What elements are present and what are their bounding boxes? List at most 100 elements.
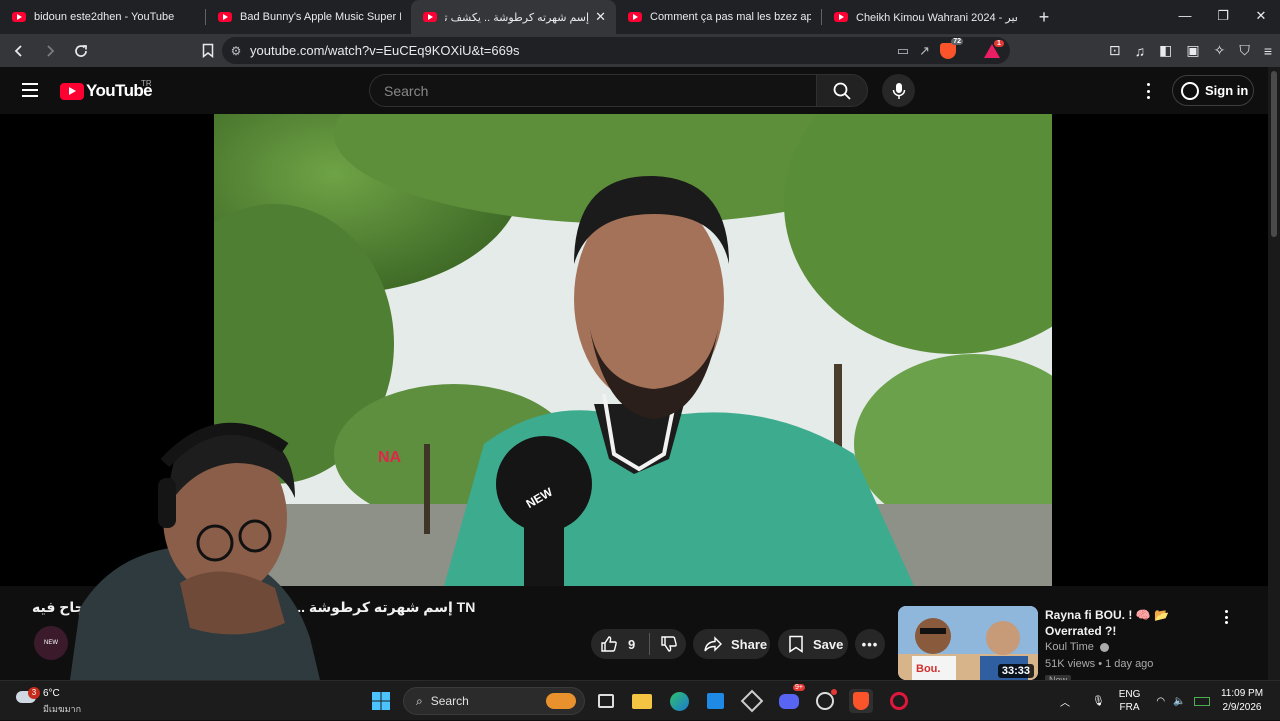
- share-button[interactable]: Share: [693, 629, 770, 659]
- save-button[interactable]: Save: [778, 629, 848, 659]
- webcam-feed: [70, 422, 320, 680]
- taskbar-search-label: Search: [430, 694, 469, 708]
- file-explorer-icon[interactable]: [630, 689, 654, 713]
- microphone-icon: [892, 82, 905, 99]
- brave-browser-icon[interactable]: [849, 689, 873, 713]
- store-icon[interactable]: [703, 689, 727, 713]
- channel-watermark: NA: [378, 449, 402, 466]
- window-controls: — ❐ ✕: [1166, 0, 1280, 34]
- task-view-icon[interactable]: [594, 689, 618, 713]
- minimize-icon[interactable]: —: [1166, 0, 1204, 34]
- voice-search-button[interactable]: [882, 74, 915, 107]
- vpn-icon[interactable]: ⛉: [1239, 42, 1250, 59]
- close-window-icon[interactable]: ✕: [1242, 0, 1280, 34]
- discord-badge: 9+: [793, 684, 805, 691]
- search-input[interactable]: Search: [369, 74, 816, 107]
- thumbnail-text: Bou.: [916, 663, 940, 675]
- cast-icon[interactable]: ▭: [897, 43, 909, 59]
- country-code: TR: [141, 79, 152, 88]
- unity-icon[interactable]: [740, 689, 764, 713]
- share-page-icon[interactable]: ↗: [919, 43, 930, 59]
- chevron-up-icon[interactable]: ︿: [1060, 694, 1076, 709]
- sidebar-icon[interactable]: ◧: [1159, 42, 1172, 59]
- like-button[interactable]: 9: [591, 629, 686, 659]
- youtube-favicon-icon: [12, 12, 26, 22]
- page-scrollbar[interactable]: [1268, 67, 1280, 680]
- bookmark-icon[interactable]: [195, 38, 221, 64]
- weather-badge: 3: [28, 687, 40, 699]
- search-icon: [833, 82, 851, 100]
- browser-tab[interactable]: Comment ça pas mal les bzez apex ?: [616, 0, 821, 34]
- brave-shields-icon[interactable]: 72: [940, 37, 963, 59]
- brave-rewards-icon[interactable]: 1: [984, 39, 1004, 58]
- save-icon: [789, 635, 803, 653]
- opera-icon[interactable]: [887, 689, 911, 713]
- extension-icons: ⊡ ♫ ◧ ▣ ✧ ⛉ ≡: [1109, 34, 1272, 67]
- channel-avatar[interactable]: NEW: [34, 626, 68, 660]
- clock-time: 11:09 PM: [1220, 688, 1264, 699]
- back-icon[interactable]: [6, 38, 32, 64]
- battery-icon[interactable]: [1193, 696, 1210, 706]
- search-button[interactable]: [816, 74, 868, 107]
- thumbs-up-icon: [601, 636, 617, 652]
- system-clock[interactable]: 11:09 PM 2/9/2026: [1214, 687, 1270, 715]
- weather-widget[interactable]: 3 6°C มีเมฆมาก: [14, 687, 94, 715]
- wifi-icon[interactable]: ◠: [1156, 696, 1165, 707]
- forward-icon[interactable]: [37, 38, 63, 64]
- recommended-channel[interactable]: Koul Time: [1045, 641, 1109, 653]
- site-info-icon[interactable]: ⚙: [222, 44, 250, 58]
- media-icon[interactable]: ♫: [1135, 43, 1146, 59]
- thumbs-down-icon[interactable]: [660, 635, 678, 653]
- guide-menu-icon[interactable]: [22, 83, 38, 97]
- sign-in-label: Sign in: [1205, 83, 1249, 98]
- more-horizontal-icon: •••: [861, 636, 879, 652]
- verified-icon: [1099, 642, 1109, 652]
- volume-icon[interactable]: 🔈: [1173, 696, 1185, 707]
- system-tray: ︿ 🎙 ENG FRA ◠ 🔈: [1060, 681, 1210, 721]
- recommended-title[interactable]: Rayna fi BOU. ! 🧠 📂 Overrated ?!: [1045, 607, 1220, 639]
- share-label: Share: [731, 636, 768, 652]
- leo-ai-icon[interactable]: ✧: [1214, 42, 1226, 59]
- settings-more-icon[interactable]: [1140, 81, 1156, 101]
- menu-icon[interactable]: ≡: [1264, 43, 1272, 59]
- weather-description: มีเมฆมาก: [43, 704, 82, 714]
- search-placeholder: Search: [384, 82, 429, 99]
- start-icon[interactable]: [369, 689, 393, 713]
- recommended-video[interactable]: Bou. 33:33 Rayna fi BOU. ! 🧠 📂 Overrated…: [898, 606, 1268, 681]
- language-bottom: FRA: [1119, 702, 1140, 713]
- tab-title: bidoun este2dhen - YouTube: [34, 11, 175, 23]
- browser-tab-active[interactable]: إسم شهرته كرطوشة .. يكشف تفاص ✕: [411, 0, 616, 34]
- video-frame[interactable]: NEW NA: [214, 114, 1052, 586]
- screenshot-icon[interactable]: ⊡: [1109, 42, 1121, 59]
- like-divider: [649, 633, 651, 655]
- new-tab-button[interactable]: +: [1027, 7, 1061, 28]
- youtube-play-icon: [60, 82, 84, 100]
- tab-title: إسم شهرته كرطوشة .. يكشف تفاص: [445, 11, 590, 24]
- sign-in-button[interactable]: Sign in: [1172, 75, 1254, 106]
- temperature: 6°C: [43, 688, 60, 699]
- microphone-tray-icon[interactable]: 🎙: [1092, 696, 1105, 707]
- taskbar-search[interactable]: ⌕ Search: [403, 687, 585, 715]
- browser-tab[interactable]: Bad Bunny's Apple Music Super Bowl: [206, 0, 411, 34]
- recommended-thumbnail[interactable]: Bou. 33:33: [898, 606, 1038, 680]
- browser-tab[interactable]: bidoun este2dhen - YouTube: [0, 0, 205, 34]
- more-actions-button[interactable]: •••: [855, 629, 885, 659]
- account-circle-icon: [1181, 81, 1199, 100]
- discord-icon[interactable]: 9+: [777, 684, 805, 713]
- obs-icon[interactable]: [813, 689, 837, 713]
- youtube-logo[interactable]: YouTube TR: [60, 79, 153, 101]
- tab-title: Comment ça pas mal les bzez apex ?: [650, 11, 811, 23]
- browser-tab[interactable]: Cheikh Kimou Wahrani 2024 - صغير: [822, 0, 1027, 34]
- youtube-favicon-icon: [423, 12, 437, 22]
- edge-icon[interactable]: [667, 689, 691, 713]
- input-language[interactable]: ENG FRA: [1119, 688, 1141, 714]
- youtube-header: YouTube TR Search Sign in: [0, 67, 1268, 114]
- scrollbar-thumb[interactable]: [1271, 71, 1277, 237]
- address-bar[interactable]: ⚙ youtube.com/watch?v=EuCEq9KOXiU&t=669s…: [222, 37, 1010, 64]
- recommended-more-icon[interactable]: [1225, 610, 1229, 624]
- like-count: 9: [628, 636, 636, 652]
- wallet-icon[interactable]: ▣: [1186, 42, 1199, 59]
- close-tab-icon[interactable]: ✕: [595, 9, 606, 25]
- reload-icon[interactable]: [68, 38, 94, 64]
- restore-icon[interactable]: ❐: [1204, 0, 1242, 34]
